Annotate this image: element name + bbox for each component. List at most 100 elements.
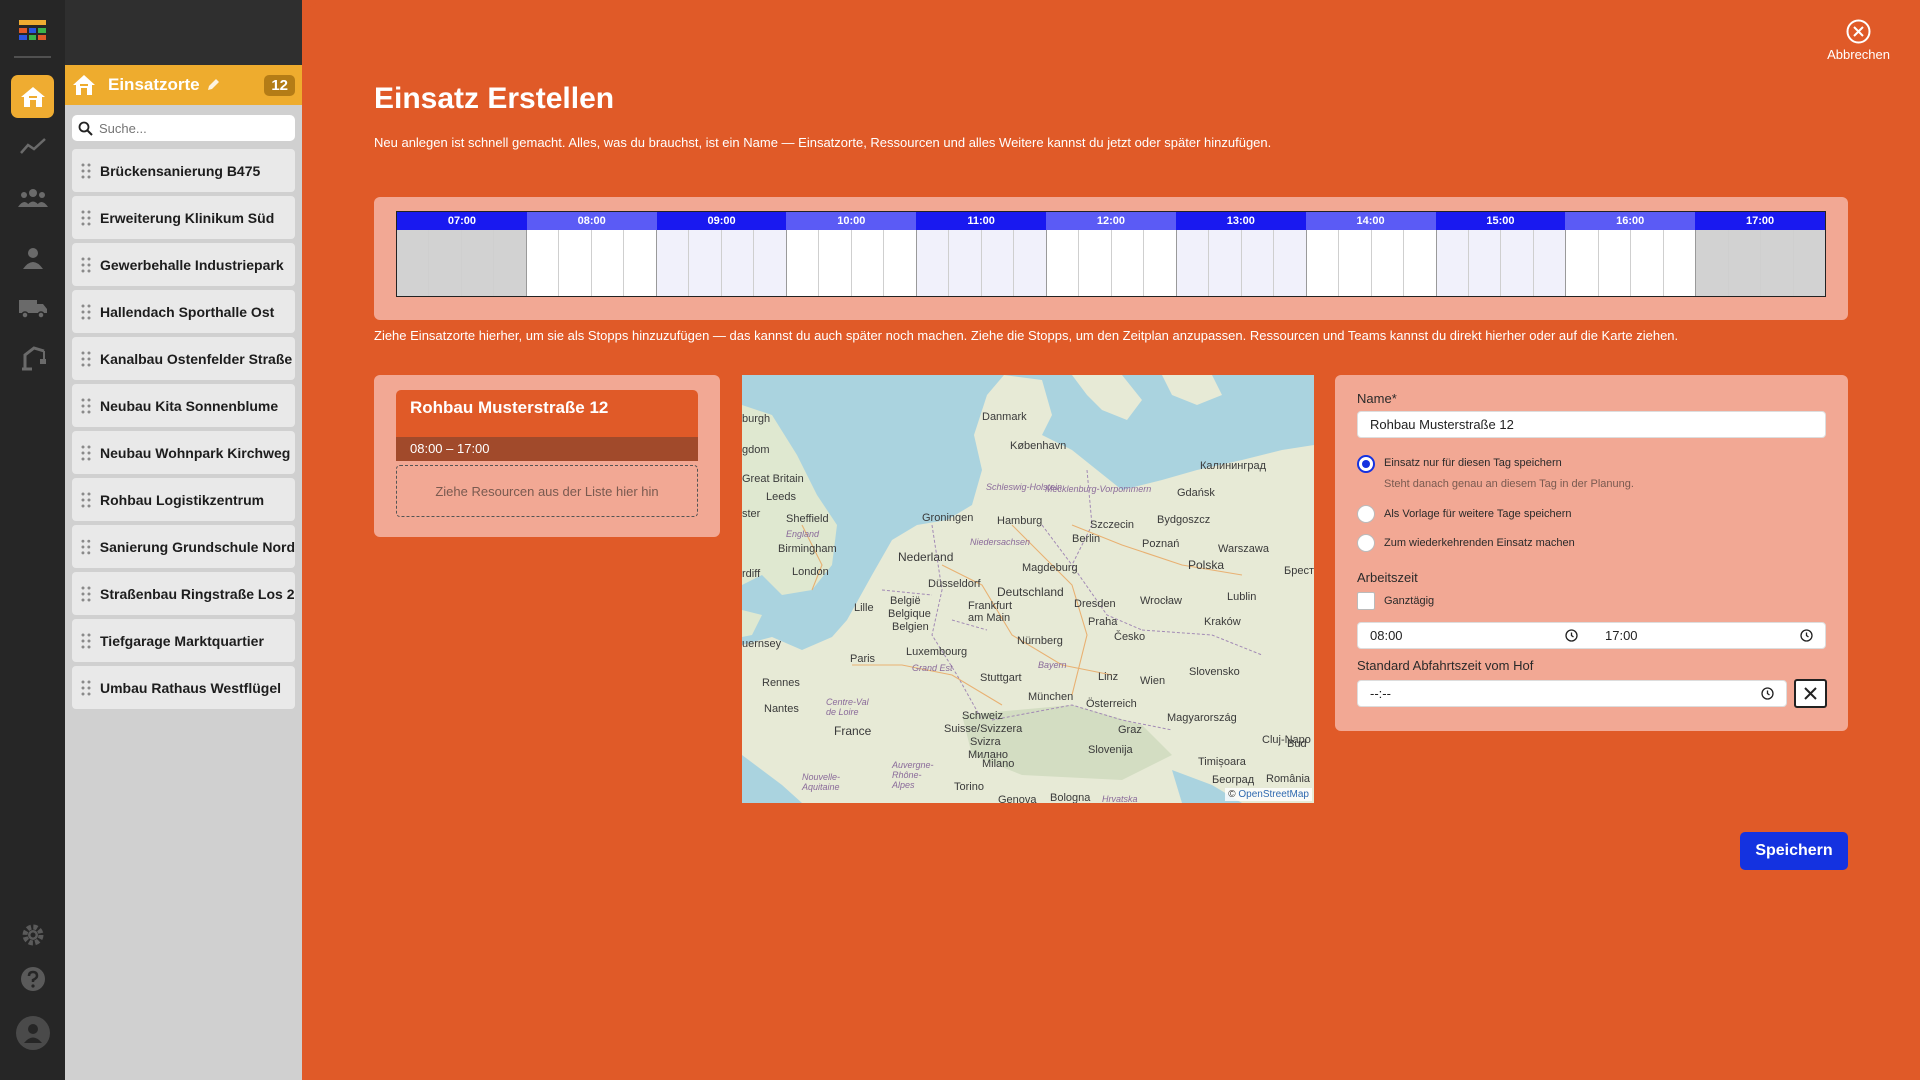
name-input[interactable]: Rohbau Musterstraße 12 (1357, 411, 1826, 438)
drag-handle-icon[interactable] (81, 492, 91, 508)
resource-drop-zone[interactable]: Ziehe Resourcen aus der Liste hier hin (396, 465, 698, 517)
timeline-slot[interactable] (818, 230, 851, 296)
site-list-item[interactable]: Sanierung Grundschule Nord (72, 525, 295, 568)
timeline-slot[interactable] (1662, 230, 1696, 296)
recurring-radio[interactable] (1357, 534, 1375, 552)
timeline-slot[interactable] (655, 230, 689, 296)
site-list-item[interactable]: Kanalbau Ostenfelder Straße (72, 337, 295, 380)
nav-equipment-button[interactable] (11, 336, 54, 379)
site-list-item[interactable]: Neubau Wohnpark Kirchweg (72, 431, 295, 474)
timeline-slot[interactable] (1045, 230, 1079, 296)
timeline-slot[interactable] (948, 230, 981, 296)
timeline-slot[interactable] (1500, 230, 1533, 296)
timeline-slot[interactable] (1695, 230, 1728, 296)
nav-staff-button[interactable] (11, 236, 54, 279)
timeline-slot[interactable] (1435, 230, 1468, 296)
site-list-item[interactable]: Tiefgarage Marktquartier (72, 619, 295, 662)
timeline-slot[interactable] (493, 230, 526, 296)
timeline-slot[interactable] (1597, 230, 1631, 296)
drag-handle-icon[interactable] (81, 163, 91, 179)
drag-handle-icon[interactable] (81, 351, 91, 367)
nav-vehicles-button[interactable] (11, 286, 54, 329)
timeline-slot[interactable] (1273, 230, 1306, 296)
pencil-icon[interactable] (206, 78, 220, 92)
timeline-slot[interactable] (428, 230, 461, 296)
nav-settings-button[interactable] (11, 913, 54, 956)
timeline-slot[interactable] (1370, 230, 1404, 296)
save-template-radio[interactable] (1357, 505, 1375, 523)
map-view[interactable]: Danmark København Калининград Gdańsk Byd… (742, 375, 1314, 803)
timeline-slot[interactable] (980, 230, 1014, 296)
timeline-slot[interactable] (785, 230, 819, 296)
timeline-slot[interactable] (1110, 230, 1144, 296)
timeline-slot[interactable] (1175, 230, 1209, 296)
timeline-slot[interactable] (1013, 230, 1046, 296)
nav-profile-button[interactable] (11, 1011, 54, 1054)
drag-handle-icon[interactable] (81, 304, 91, 320)
drag-handle-icon[interactable] (81, 257, 91, 273)
site-list-item[interactable]: Umbau Rathaus Westflügel (72, 666, 295, 709)
cancel-button[interactable]: Abbrechen (1827, 19, 1890, 62)
departure-time-input[interactable]: --:-- (1357, 680, 1787, 707)
timeline-slot[interactable] (525, 230, 559, 296)
drag-handle-icon[interactable] (81, 398, 91, 414)
timeline-slot[interactable] (1240, 230, 1274, 296)
timeline-slot[interactable] (1338, 230, 1371, 296)
save-button[interactable]: Speichern (1740, 832, 1848, 870)
timeline-slot[interactable] (1792, 230, 1826, 296)
site-list-item[interactable]: Brückensanierung B475 (72, 149, 295, 192)
save-day-only-radio[interactable] (1357, 455, 1375, 473)
timeline-slot[interactable] (1403, 230, 1436, 296)
timeline-slot[interactable] (590, 230, 624, 296)
drag-handle-icon[interactable] (81, 633, 91, 649)
nav-help-button[interactable] (11, 957, 54, 1000)
drag-handle-icon[interactable] (81, 445, 91, 461)
timeline-slot[interactable] (1760, 230, 1793, 296)
drag-handle-icon[interactable] (81, 210, 91, 226)
start-time-input[interactable]: 08:00 (1370, 622, 1578, 649)
drag-handle-icon[interactable] (81, 539, 91, 555)
clock-icon[interactable] (1800, 629, 1813, 642)
clock-icon[interactable] (1761, 687, 1774, 700)
site-list-item[interactable]: Neubau Kita Sonnenblume (72, 384, 295, 427)
drag-handle-icon[interactable] (81, 586, 91, 602)
timeline-slot[interactable] (1078, 230, 1111, 296)
timeline-slot[interactable] (623, 230, 656, 296)
nav-reports-button[interactable] (11, 124, 54, 167)
timeline-body[interactable] (397, 230, 1826, 296)
nav-teams-button[interactable] (11, 175, 54, 218)
allday-checkbox[interactable] (1357, 592, 1375, 610)
timeline-slot[interactable] (753, 230, 786, 296)
timeline-slot[interactable] (688, 230, 721, 296)
timeline-slot[interactable] (558, 230, 591, 296)
drag-handle-icon[interactable] (81, 680, 91, 696)
timeline-slot[interactable] (850, 230, 884, 296)
timeline-slot[interactable] (397, 230, 429, 296)
end-time-input[interactable]: 17:00 (1605, 622, 1813, 649)
nav-sites-button[interactable] (11, 75, 54, 118)
timeline-slot[interactable] (1305, 230, 1339, 296)
search-input[interactable] (99, 120, 279, 136)
timeline-slot[interactable] (915, 230, 949, 296)
clock-icon[interactable] (1565, 629, 1578, 642)
site-list-item[interactable]: Rohbau Logistikzentrum (72, 478, 295, 521)
site-list-item[interactable]: Straßenbau Ringstraße Los 2 (72, 572, 295, 615)
timeline-slot[interactable] (720, 230, 754, 296)
timeline-slot[interactable] (1727, 230, 1761, 296)
timeline-slot[interactable] (1565, 230, 1598, 296)
timeline-slot[interactable] (1532, 230, 1566, 296)
timeline-slot[interactable] (1208, 230, 1241, 296)
timeline-slot[interactable] (883, 230, 916, 296)
timeline-slot[interactable] (1630, 230, 1663, 296)
site-list-item[interactable]: Erweiterung Klinikum Süd (72, 196, 295, 239)
timeline-slot[interactable] (1143, 230, 1176, 296)
clear-departure-button[interactable] (1794, 679, 1827, 708)
site-list-item[interactable]: Hallendach Sporthalle Ost (72, 290, 295, 333)
openstreetmap-link[interactable]: OpenStreetMap (1238, 789, 1309, 800)
timeline-slot[interactable] (1467, 230, 1501, 296)
schedule-timeline[interactable]: 07:00 08:00 09:00 10:00 11:00 12:00 13:00 14:00… (396, 211, 1826, 297)
site-list-item[interactable]: Gewerbehalle Industriepark (72, 243, 295, 286)
timeline-slot[interactable] (460, 230, 494, 296)
stop-card[interactable]: Rohbau Musterstraße 12 08:00 – 17:00 Zie… (396, 390, 698, 517)
app-logo-icon[interactable] (19, 20, 46, 40)
